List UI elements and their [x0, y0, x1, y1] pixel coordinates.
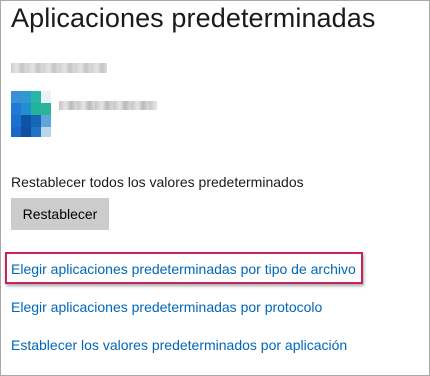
app-tile-icon [11, 91, 51, 137]
page-title: Aplicaciones predeterminadas [11, 3, 376, 33]
link-set-defaults-by-app[interactable]: Establecer los valores predeterminados p… [11, 337, 347, 353]
blurred-section-label [11, 63, 107, 73]
reset-defaults-label: Restablecer todos los valores predetermi… [11, 174, 304, 190]
link-choose-by-protocol[interactable]: Elegir aplicaciones predeterminadas por … [11, 299, 322, 315]
default-apps-panel: Aplicaciones predeterminadas Restablecer… [0, 0, 430, 376]
reset-button[interactable]: Restablecer [11, 198, 109, 230]
link-choose-by-file-type[interactable]: Elegir aplicaciones predeterminadas por … [11, 261, 356, 277]
default-app-entry[interactable] [11, 91, 161, 139]
blurred-app-name [59, 101, 157, 110]
